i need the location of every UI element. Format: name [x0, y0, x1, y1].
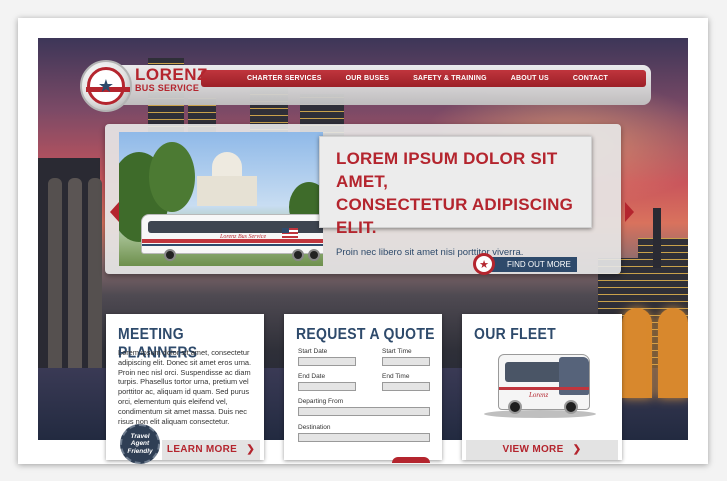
view-more-button[interactable]: VIEW MORE ❯ [466, 440, 618, 460]
grain-silo [88, 178, 102, 378]
tour-bus: Lorenz Bus Service [141, 214, 323, 261]
nav-item-safety-training[interactable]: SAFETY & TRAINING [413, 75, 487, 82]
capitol-building [197, 152, 257, 207]
learn-more-button[interactable]: LEARN MORE ❯ [162, 440, 260, 460]
our-fleet-card: OUR FLEET Lorenz VIEW MORE ❯ [462, 314, 622, 460]
departing-from-label: Departing From [298, 398, 344, 405]
coach-wheel [508, 400, 522, 414]
bus-wheel [292, 249, 304, 261]
start-time-label: Start Time [382, 348, 412, 355]
hero-bus-photo: Lorenz Bus Service [119, 132, 323, 266]
grain-silo [48, 178, 62, 378]
badge-line: Agent [130, 440, 150, 448]
hero-slider: Lorenz Bus Service LOREM IPSUM DOLOR SIT… [105, 124, 621, 275]
bus-stripe [142, 244, 323, 246]
travel-agent-friendly-badge: Travel Agent Friendly [120, 424, 160, 464]
nav-item-charter-services[interactable]: CHARTER SERVICES [247, 75, 322, 82]
bridge-arch [622, 308, 652, 398]
nav-item-contact[interactable]: CONTACT [573, 75, 608, 82]
request-quote-card: REQUEST A QUOTE Start Date Start Time En… [284, 314, 442, 463]
bus-livery-text: Lorenz Bus Service [220, 234, 267, 240]
submit-quote-button[interactable] [392, 457, 430, 463]
destination-field[interactable] [298, 433, 430, 442]
coach-stripe [499, 387, 589, 390]
brand-tagline: BUS SERVICE [135, 83, 200, 93]
slider-prev-button[interactable] [110, 202, 119, 222]
meeting-planners-card: MEETING PLANNERS Lorem ipsum dolor sit a… [106, 314, 264, 464]
hero-title-line1: LOREM IPSUM DOLOR SIT AMET, [336, 149, 558, 191]
coach-livery-text: Lorenz [529, 391, 549, 399]
find-out-more-button[interactable]: ★ FIND OUT MORE [473, 253, 577, 275]
grain-silo [68, 178, 82, 378]
badge-line: Friendly [127, 447, 153, 455]
bus-wheel [308, 249, 320, 261]
meeting-planners-body: Lorem ipsum dolor sit amet, consectetur … [118, 348, 252, 426]
bus-wheel [164, 249, 176, 261]
find-out-more-label: FIND OUT MORE [491, 256, 577, 272]
photo-frame: ★ LORENZ BUS SERVICE CHARTER SERVICES OU… [18, 18, 708, 464]
coach-shadow [484, 410, 596, 418]
end-time-label: End Time [382, 373, 410, 380]
nav-item-our-buses[interactable]: OUR BUSES [346, 75, 389, 82]
end-date-field[interactable] [298, 382, 356, 391]
destination-label: Destination [298, 424, 331, 431]
tree [149, 142, 195, 212]
view-more-label: VIEW MORE [502, 444, 564, 455]
skyline-building [653, 208, 661, 268]
departing-from-field[interactable] [298, 407, 430, 416]
start-date-label: Start Date [298, 348, 328, 355]
star-icon: ★ [97, 76, 115, 96]
hero-title-line2: CONSECTETUR ADIPISCING ELIT. [336, 195, 574, 237]
capitol-dome [212, 152, 242, 178]
coach-wheel [564, 400, 578, 414]
fleet-coach-image[interactable]: Lorenz [480, 348, 598, 424]
capitol-body [197, 176, 257, 206]
main-nav: CHARTER SERVICES OUR BUSES SAFETY & TRAI… [201, 70, 646, 87]
hero-caption-card: LOREM IPSUM DOLOR SIT AMET, CONSECTETUR … [319, 136, 592, 258]
start-time-field[interactable] [382, 357, 430, 366]
logo-wordmark[interactable]: LORENZ BUS SERVICE [135, 65, 208, 93]
learn-more-label: LEARN MORE [166, 444, 238, 455]
slider-next-button[interactable] [625, 202, 634, 222]
chevron-right-icon: ❯ [566, 444, 582, 455]
logo-emblem[interactable]: ★ [80, 60, 132, 112]
star-icon: ★ [473, 253, 495, 275]
end-time-field[interactable] [382, 382, 430, 391]
badge-line: Travel [130, 432, 150, 440]
chevron-right-icon: ❯ [240, 444, 256, 455]
request-quote-title: REQUEST A QUOTE [296, 324, 435, 343]
our-fleet-title: OUR FLEET [474, 324, 557, 343]
brand-name: LORENZ [135, 65, 208, 84]
start-date-field[interactable] [298, 357, 356, 366]
logo-ring: ★ [86, 67, 130, 105]
nav-item-about-us[interactable]: ABOUT US [511, 75, 549, 82]
flag-graphic [282, 228, 298, 238]
bridge-arch [658, 308, 688, 398]
end-date-label: End Date [298, 373, 326, 380]
